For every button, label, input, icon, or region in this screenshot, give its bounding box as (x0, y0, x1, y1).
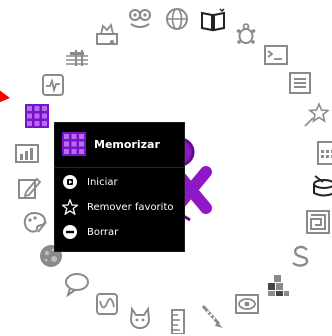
activity-palette: Memorizar Iniciar Remover favorito Borra… (54, 122, 185, 252)
ruler-icon[interactable] (166, 308, 192, 334)
start-label: Iniciar (87, 176, 118, 188)
star-outline-icon (62, 199, 78, 215)
play-circle-icon (62, 174, 78, 190)
remove-favorite-menu-item[interactable]: Remover favorito (62, 197, 173, 217)
memorize-icon[interactable] (24, 103, 50, 129)
face-icon[interactable] (127, 6, 153, 32)
terminal-icon[interactable] (263, 42, 289, 68)
snake-icon[interactable] (287, 243, 313, 269)
turtle-icon[interactable] (233, 22, 259, 48)
calculator-icon[interactable] (316, 140, 332, 166)
memorize-icon (62, 132, 86, 156)
maze-icon[interactable] (305, 209, 331, 235)
list-icon[interactable] (287, 70, 313, 96)
blocks-icon[interactable] (265, 272, 291, 298)
music-staff-icon[interactable] (64, 46, 90, 72)
paint-palette-icon[interactable] (22, 210, 48, 236)
bar-chart-icon[interactable] (14, 140, 40, 166)
palette-separator (55, 167, 184, 168)
toolbox-icon[interactable] (94, 22, 120, 48)
pointer-arrow-icon (0, 90, 10, 103)
globe-icon[interactable] (164, 6, 190, 32)
erase-label: Borrar (87, 226, 119, 238)
palette-title: Memorizar (94, 137, 160, 151)
eye-icon[interactable] (234, 291, 260, 317)
drum-icon[interactable] (311, 174, 332, 200)
home-ring-view: Memorizar Iniciar Remover favorito Borra… (0, 0, 332, 336)
book-icon[interactable] (200, 7, 226, 33)
remove-favorite-label: Remover favorito (87, 201, 174, 213)
clarinet-icon[interactable] (199, 303, 225, 329)
wave-icon[interactable] (94, 291, 120, 317)
chat-bubble-icon[interactable] (64, 271, 90, 297)
minus-circle-icon (62, 224, 78, 240)
shooting-star-icon[interactable] (303, 102, 329, 128)
pulse-icon[interactable] (40, 72, 66, 98)
cat-icon[interactable] (127, 305, 153, 331)
palette-header: Memorizar (62, 131, 160, 157)
start-menu-item[interactable]: Iniciar (62, 172, 118, 192)
write-icon[interactable] (16, 175, 42, 201)
erase-menu-item[interactable]: Borrar (62, 222, 118, 242)
